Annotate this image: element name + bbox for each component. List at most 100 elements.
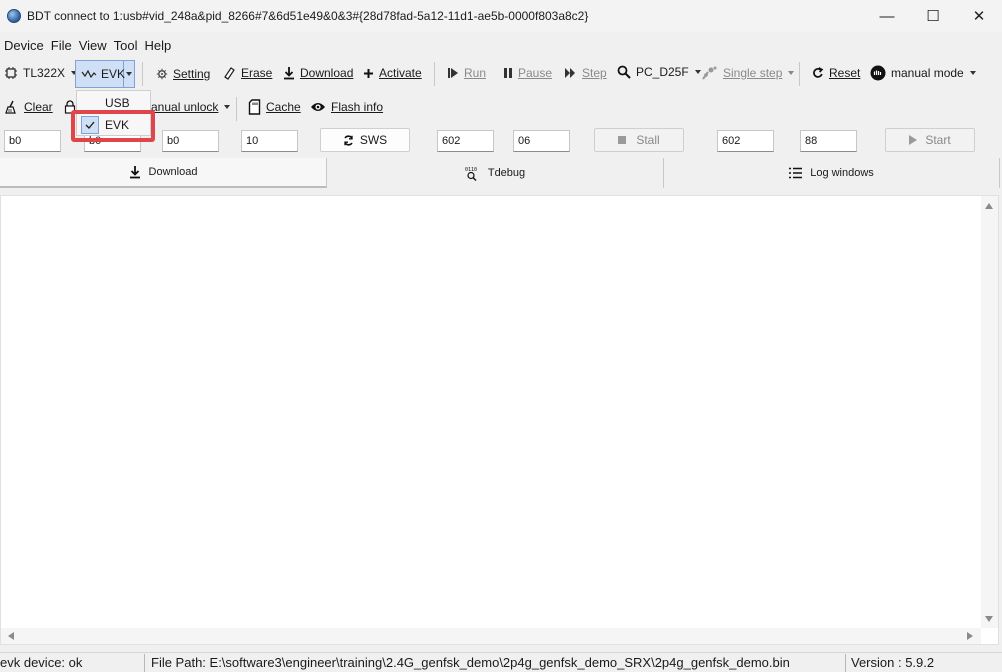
menu-view[interactable]: View — [76, 38, 110, 53]
device-status: evk device: ok — [0, 655, 83, 670]
signal-icon — [81, 69, 97, 79]
clear-label: Clear — [24, 100, 53, 114]
toolbar-divider — [236, 97, 237, 121]
interface-selector-main[interactable]: EVK — [76, 61, 126, 87]
pause-button[interactable]: Pause — [503, 66, 552, 80]
toolbar-divider — [142, 62, 143, 86]
pause-label: Pause — [518, 66, 553, 80]
field-7[interactable]: 602 — [717, 130, 774, 152]
file-path: File Path: E:\software3\engineer\trainin… — [151, 655, 790, 670]
chip-selector[interactable]: TL322X — [4, 66, 78, 80]
interface-dropdown-toggle[interactable] — [124, 72, 134, 76]
vertical-scrollbar[interactable] — [981, 196, 998, 628]
single-step-label: Single step — [723, 66, 783, 80]
mode-selector[interactable]: manual mode — [870, 65, 976, 81]
step-button[interactable]: Step — [564, 66, 607, 80]
app-icon — [7, 9, 21, 23]
menu-tool[interactable]: Tool — [111, 38, 141, 53]
debug-icon: 0110 — [465, 166, 480, 181]
scroll-up-icon[interactable] — [985, 203, 993, 209]
single-step-button[interactable]: Single step — [702, 66, 795, 80]
run-button[interactable]: Run — [447, 66, 486, 80]
log-output-area[interactable] — [0, 195, 999, 645]
menu-bar: Device File View Tool Help — [0, 34, 174, 56]
tab-tdebug[interactable]: 0110 Tdebug — [327, 158, 664, 188]
stall-button[interactable]: Stall — [594, 128, 684, 152]
setting-label: Setting — [173, 67, 211, 81]
list-icon — [789, 167, 803, 179]
title-bar: BDT connect to 1:usb#vid_248a&pid_8266#7… — [0, 0, 1002, 32]
start-button[interactable]: Start — [885, 128, 975, 152]
maximize-button[interactable]: ☐ — [910, 0, 956, 32]
sd-card-icon — [248, 99, 261, 115]
download-icon — [283, 66, 295, 80]
version-label: Version : 5.9.2 — [851, 655, 935, 670]
sws-label: SWS — [359, 133, 388, 147]
interface-option-label: USB — [105, 96, 130, 110]
setting-button[interactable]: Setting — [156, 67, 210, 81]
tab-download[interactable]: Download — [0, 158, 327, 188]
sws-button[interactable]: SWS — [320, 128, 410, 152]
menu-file[interactable]: File — [48, 38, 75, 53]
reset-button[interactable]: Reset — [812, 66, 860, 80]
status-divider — [845, 654, 846, 672]
download-label: Download — [300, 66, 354, 80]
chip-label: TL322X — [23, 66, 66, 80]
stop-icon — [618, 136, 627, 144]
tab-label: Download — [148, 166, 198, 178]
erase-button[interactable]: Erase — [222, 66, 272, 80]
tab-label: Tdebug — [487, 167, 526, 179]
field-5[interactable]: 602 — [437, 130, 494, 152]
chevron-down-icon — [224, 105, 231, 109]
scroll-right-icon[interactable] — [967, 632, 973, 640]
single-step-icon — [702, 66, 718, 80]
scroll-down-icon[interactable] — [985, 616, 993, 622]
cache-button[interactable]: Cache — [248, 99, 301, 115]
field-6[interactable]: 06 — [513, 130, 570, 152]
tab-log-windows[interactable]: Log windows — [664, 158, 1000, 188]
menu-help[interactable]: Help — [142, 38, 175, 53]
close-button[interactable]: ✕ — [956, 0, 1002, 32]
run-label: Run — [464, 66, 487, 80]
tab-label: Log windows — [810, 167, 874, 179]
gear-icon — [156, 68, 168, 80]
field-3[interactable]: b0 — [162, 130, 219, 152]
highlight-annotation — [71, 110, 155, 142]
search-icon — [617, 65, 631, 79]
broom-icon — [5, 100, 19, 114]
start-label: Start — [925, 133, 951, 147]
plus-icon — [363, 68, 374, 79]
step-icon — [564, 67, 577, 79]
chevron-down-icon — [969, 71, 976, 75]
cache-label: Cache — [266, 100, 301, 114]
window-title: BDT connect to 1:usb#vid_248a&pid_8266#7… — [27, 9, 589, 23]
clear-button[interactable]: Clear — [5, 100, 53, 114]
interface-label: EVK — [101, 67, 126, 81]
scroll-left-icon[interactable] — [8, 632, 14, 640]
download-icon — [129, 165, 141, 179]
download-button[interactable]: Download — [283, 66, 353, 80]
flash-info-label: Flash info — [331, 100, 384, 114]
pc-selector[interactable]: PC_D25F — [617, 65, 701, 79]
chevron-down-icon — [694, 70, 701, 74]
flash-info-button[interactable]: Flash info — [310, 100, 383, 114]
pause-icon — [503, 67, 513, 79]
chevron-down-icon — [788, 71, 795, 75]
menu-device[interactable]: Device — [1, 38, 47, 53]
mode-icon — [870, 65, 886, 81]
status-divider — [144, 654, 145, 672]
interface-selector[interactable]: EVK — [75, 60, 135, 88]
field-8[interactable]: 88 — [800, 130, 857, 152]
field-1[interactable]: b0 — [4, 130, 61, 152]
pc-selector-label: PC_D25F — [636, 65, 689, 79]
status-bar: evk device: ok File Path: E:\software3\e… — [0, 652, 1002, 672]
mode-label: manual mode — [891, 66, 964, 80]
horizontal-scrollbar[interactable] — [1, 628, 981, 644]
activate-button[interactable]: Activate — [363, 66, 422, 80]
refresh-icon — [343, 134, 354, 146]
field-4[interactable]: 10 — [241, 130, 298, 152]
chip-icon — [4, 66, 18, 80]
reset-label: Reset — [829, 66, 861, 80]
minimize-button[interactable]: — — [864, 0, 910, 32]
eraser-icon — [222, 66, 236, 80]
